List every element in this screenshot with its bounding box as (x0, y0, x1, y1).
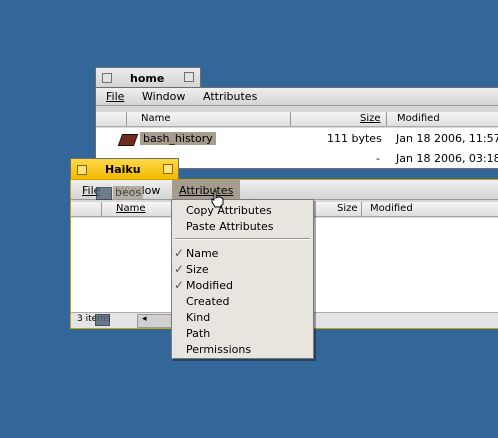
menu-item-paste-attributes[interactable]: Paste Attributes (172, 219, 313, 235)
column-name[interactable]: Name (116, 203, 146, 214)
menu-attributes-open[interactable]: Attributes (172, 180, 240, 200)
zoom-button[interactable] (184, 72, 194, 82)
menu-item-permissions[interactable]: Permissions (172, 342, 313, 358)
attributes-menu: Copy Attributes Paste Attributes ✓ Name … (171, 199, 314, 359)
folder-icon (95, 314, 110, 326)
file-name: bash_history (140, 132, 216, 145)
file-size: - (376, 152, 380, 165)
menu-window[interactable]: Window (142, 90, 185, 103)
close-button[interactable] (77, 165, 87, 175)
book-icon (117, 134, 139, 146)
scroll-left-arrow[interactable]: ◂ (142, 314, 147, 324)
menu-item-path[interactable]: Path (172, 326, 313, 342)
column-size[interactable]: Size (337, 203, 358, 214)
file-size: 111 bytes (327, 132, 382, 145)
file-modified: Jan 18 2006, 03:18 (396, 152, 498, 165)
hand-cursor-icon (211, 190, 224, 208)
desktop: { "home_window": { "title": "home", "men… (0, 0, 498, 438)
menu-item-size[interactable]: ✓ Size (172, 262, 313, 278)
menu-separator (175, 238, 310, 240)
dragged-item-label: beos (113, 186, 144, 199)
column-name[interactable]: Name (141, 113, 171, 124)
column-modified[interactable]: Modified (397, 113, 440, 124)
haiku-window-tab[interactable]: Haiku (70, 158, 179, 179)
menu-item-kind[interactable]: Kind (172, 310, 313, 326)
checkmark-icon: ✓ (174, 262, 185, 276)
menu-item-modified[interactable]: ✓ Modified (172, 278, 313, 294)
home-menubar: File Window Attributes (96, 88, 498, 106)
list-item[interactable]: bash_history 111 bytes Jan 18 2006, 11:5… (96, 132, 498, 148)
checkmark-icon: ✓ (174, 278, 185, 292)
checkmark-icon: ✓ (174, 246, 185, 260)
home-window-tab[interactable]: home (95, 67, 201, 87)
menu-item-name[interactable]: ✓ Name (172, 246, 313, 262)
close-button[interactable] (102, 73, 112, 83)
column-header: Name Size Modified (96, 112, 498, 127)
folder-icon (96, 187, 112, 200)
zoom-button[interactable] (163, 164, 173, 174)
home-window: File Window Attributes Name Size Modifie… (95, 87, 498, 169)
menu-file[interactable]: File (106, 90, 124, 103)
menu-item-copy-attributes[interactable]: Copy Attributes (172, 203, 313, 219)
column-size[interactable]: Size (360, 113, 381, 124)
dragged-item[interactable]: beos (96, 184, 156, 202)
file-modified: Jan 18 2006, 11:57 (396, 132, 498, 145)
menu-attributes[interactable]: Attributes (203, 90, 257, 103)
window-title: home (130, 72, 165, 85)
window-title: Haiku (105, 163, 141, 176)
menu-item-created[interactable]: Created (172, 294, 313, 310)
column-modified[interactable]: Modified (370, 203, 413, 214)
